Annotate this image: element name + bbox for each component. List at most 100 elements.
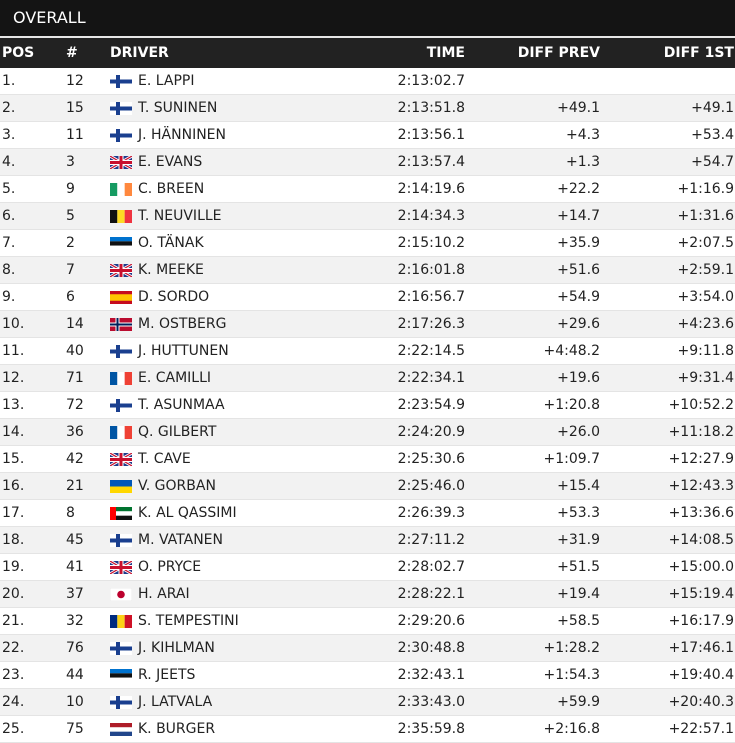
row-diff-first: +12:43.3 bbox=[668, 478, 734, 494]
row-diff-prev: +58.5 bbox=[557, 613, 600, 629]
ukr-flag-icon bbox=[110, 480, 132, 493]
row-driver-name[interactable]: Q. GILBERT bbox=[138, 419, 216, 446]
row-position: 18. bbox=[2, 532, 25, 548]
row-driver-name[interactable]: K. MEEKE bbox=[138, 257, 204, 284]
row-time: 2:29:20.6 bbox=[397, 613, 465, 629]
table-row[interactable]: 20. 37 H. ARAI 2:28:22.1 +19.4 +15:19.4 bbox=[0, 581, 735, 608]
row-diff-first: +14:08.5 bbox=[668, 532, 734, 548]
row-car-number: 7 bbox=[66, 262, 75, 278]
table-row[interactable]: 24. 10 J. LATVALA 2:33:43.0 +59.9 +20:40.3 bbox=[0, 689, 735, 716]
column-header-pos[interactable]: POS bbox=[2, 38, 34, 68]
row-time: 2:22:34.1 bbox=[397, 370, 465, 386]
row-diff-first: +1:16.9 bbox=[677, 181, 734, 197]
row-diff-first: +16:17.9 bbox=[668, 613, 734, 629]
table-row[interactable]: 23. 44 R. JEETS 2:32:43.1 +1:54.3 +19:40.4 bbox=[0, 662, 735, 689]
jpn-flag-icon bbox=[110, 588, 132, 601]
row-driver-name[interactable]: V. GORBAN bbox=[138, 473, 216, 500]
table-row[interactable]: 16. 21 V. GORBAN 2:25:46.0 +15.4 +12:43.3 bbox=[0, 473, 735, 500]
column-header-time[interactable]: TIME bbox=[427, 38, 465, 68]
row-position: 11. bbox=[2, 343, 25, 359]
table-row[interactable]: 13. 72 T. ASUNMAA 2:23:54.9 +1:20.8 +10:52.2 bbox=[0, 392, 735, 419]
row-position: 10. bbox=[2, 316, 25, 332]
table-row[interactable]: 14. 36 Q. GILBERT 2:24:20.9 +26.0 +11:18.2 bbox=[0, 419, 735, 446]
fin-flag-icon bbox=[110, 345, 132, 358]
fin-flag-icon bbox=[110, 102, 132, 115]
row-driver-name[interactable]: J. HÄNNINEN bbox=[138, 122, 226, 149]
est-flag-icon bbox=[110, 237, 132, 250]
row-car-number: 6 bbox=[66, 289, 75, 305]
row-driver-name[interactable]: K. AL QASSIMI bbox=[138, 500, 237, 527]
row-driver-name[interactable]: D. SORDO bbox=[138, 284, 209, 311]
table-row[interactable]: 10. 14 M. OSTBERG 2:17:26.3 +29.6 +4:23.6 bbox=[0, 311, 735, 338]
row-car-number: 15 bbox=[66, 100, 84, 116]
row-diff-prev: +19.4 bbox=[557, 586, 600, 602]
table-row[interactable]: 6. 5 T. NEUVILLE 2:14:34.3 +14.7 +1:31.6 bbox=[0, 203, 735, 230]
table-row[interactable]: 17. 8 K. AL QASSIMI 2:26:39.3 +53.3 +13:36.6 bbox=[0, 500, 735, 527]
table-row[interactable]: 22. 76 J. KIHLMAN 2:30:48.8 +1:28.2 +17:46.1 bbox=[0, 635, 735, 662]
column-header-diff-prev[interactable]: DIFF PREV bbox=[518, 38, 600, 68]
row-position: 8. bbox=[2, 262, 16, 278]
row-driver-name[interactable]: M. VATANEN bbox=[138, 527, 223, 554]
row-driver-name[interactable]: C. BREEN bbox=[138, 176, 204, 203]
fin-flag-icon bbox=[110, 696, 132, 709]
row-diff-prev: +1.3 bbox=[566, 154, 600, 170]
table-row[interactable]: 4. 3 E. EVANS 2:13:57.4 +1.3 +54.7 bbox=[0, 149, 735, 176]
row-diff-first: +2:59.1 bbox=[677, 262, 734, 278]
row-driver-name[interactable]: T. SUNINEN bbox=[138, 95, 217, 122]
table-row[interactable]: 9. 6 D. SORDO 2:16:56.7 +54.9 +3:54.0 bbox=[0, 284, 735, 311]
table-row[interactable]: 18. 45 M. VATANEN 2:27:11.2 +31.9 +14:08.5 bbox=[0, 527, 735, 554]
column-header-number[interactable]: # bbox=[66, 38, 78, 68]
row-car-number: 11 bbox=[66, 127, 84, 143]
table-row[interactable]: 1. 12 E. LAPPI 2:13:02.7 bbox=[0, 68, 735, 95]
row-driver-name[interactable]: S. TEMPESTINI bbox=[138, 608, 239, 635]
row-diff-first: +17:46.1 bbox=[668, 640, 734, 656]
table-row[interactable]: 5. 9 C. BREEN 2:14:19.6 +22.2 +1:16.9 bbox=[0, 176, 735, 203]
row-driver-name[interactable]: E. EVANS bbox=[138, 149, 202, 176]
row-driver-name[interactable]: J. HUTTUNEN bbox=[138, 338, 229, 365]
row-driver-name[interactable]: J. KIHLMAN bbox=[138, 635, 215, 662]
table-row[interactable]: 21. 32 S. TEMPESTINI 2:29:20.6 +58.5 +16:17.9 bbox=[0, 608, 735, 635]
row-driver-name[interactable]: R. JEETS bbox=[138, 662, 195, 689]
row-car-number: 72 bbox=[66, 397, 84, 413]
row-driver-name[interactable]: E. LAPPI bbox=[138, 68, 194, 95]
table-row[interactable]: 11. 40 J. HUTTUNEN 2:22:14.5 +4:48.2 +9:11.8 bbox=[0, 338, 735, 365]
row-position: 13. bbox=[2, 397, 25, 413]
row-position: 9. bbox=[2, 289, 16, 305]
row-car-number: 9 bbox=[66, 181, 75, 197]
table-row[interactable]: 2. 15 T. SUNINEN 2:13:51.8 +49.1 +49.1 bbox=[0, 95, 735, 122]
table-row[interactable]: 8. 7 K. MEEKE 2:16:01.8 +51.6 +2:59.1 bbox=[0, 257, 735, 284]
row-driver-name[interactable]: E. CAMILLI bbox=[138, 365, 211, 392]
row-position: 4. bbox=[2, 154, 16, 170]
row-car-number: 76 bbox=[66, 640, 84, 656]
row-driver-name[interactable]: T. CAVE bbox=[138, 446, 191, 473]
row-time: 2:28:02.7 bbox=[397, 559, 465, 575]
row-driver-name[interactable]: T. NEUVILLE bbox=[138, 203, 222, 230]
table-row[interactable]: 15. 42 T. CAVE 2:25:30.6 +1:09.7 +12:27.9 bbox=[0, 446, 735, 473]
bel-flag-icon bbox=[110, 210, 132, 223]
column-header-driver[interactable]: DRIVER bbox=[110, 38, 169, 68]
row-time: 2:16:01.8 bbox=[397, 262, 465, 278]
row-diff-prev: +35.9 bbox=[557, 235, 600, 251]
row-driver-name[interactable]: T. ASUNMAA bbox=[138, 392, 225, 419]
table-row[interactable]: 3. 11 J. HÄNNINEN 2:13:56.1 +4.3 +53.4 bbox=[0, 122, 735, 149]
row-time: 2:16:56.7 bbox=[397, 289, 465, 305]
table-row[interactable]: 7. 2 O. TÄNAK 2:15:10.2 +35.9 +2:07.5 bbox=[0, 230, 735, 257]
row-driver-name[interactable]: M. OSTBERG bbox=[138, 311, 226, 338]
row-driver-name[interactable]: H. ARAI bbox=[138, 581, 190, 608]
row-driver-name[interactable]: O. PRYCE bbox=[138, 554, 201, 581]
row-diff-first: +15:00.0 bbox=[668, 559, 734, 575]
row-diff-first: +20:40.3 bbox=[668, 694, 734, 710]
row-time: 2:27:11.2 bbox=[397, 532, 465, 548]
row-car-number: 32 bbox=[66, 613, 84, 629]
column-header-diff-first[interactable]: DIFF 1ST bbox=[664, 38, 734, 68]
row-time: 2:13:02.7 bbox=[397, 73, 465, 89]
row-driver-name[interactable]: K. BURGER bbox=[138, 716, 215, 743]
table-row[interactable]: 12. 71 E. CAMILLI 2:22:34.1 +19.6 +9:31.4 bbox=[0, 365, 735, 392]
row-driver-name[interactable]: J. LATVALA bbox=[138, 689, 212, 716]
row-diff-first: +3:54.0 bbox=[677, 289, 734, 305]
table-row[interactable]: 19. 41 O. PRYCE 2:28:02.7 +51.5 +15:00.0 bbox=[0, 554, 735, 581]
fin-flag-icon bbox=[110, 129, 132, 142]
fin-flag-icon bbox=[110, 75, 132, 88]
row-driver-name[interactable]: O. TÄNAK bbox=[138, 230, 204, 257]
table-row[interactable]: 25. 75 K. BURGER 2:35:59.8 +2:16.8 +22:57.1 bbox=[0, 716, 735, 743]
